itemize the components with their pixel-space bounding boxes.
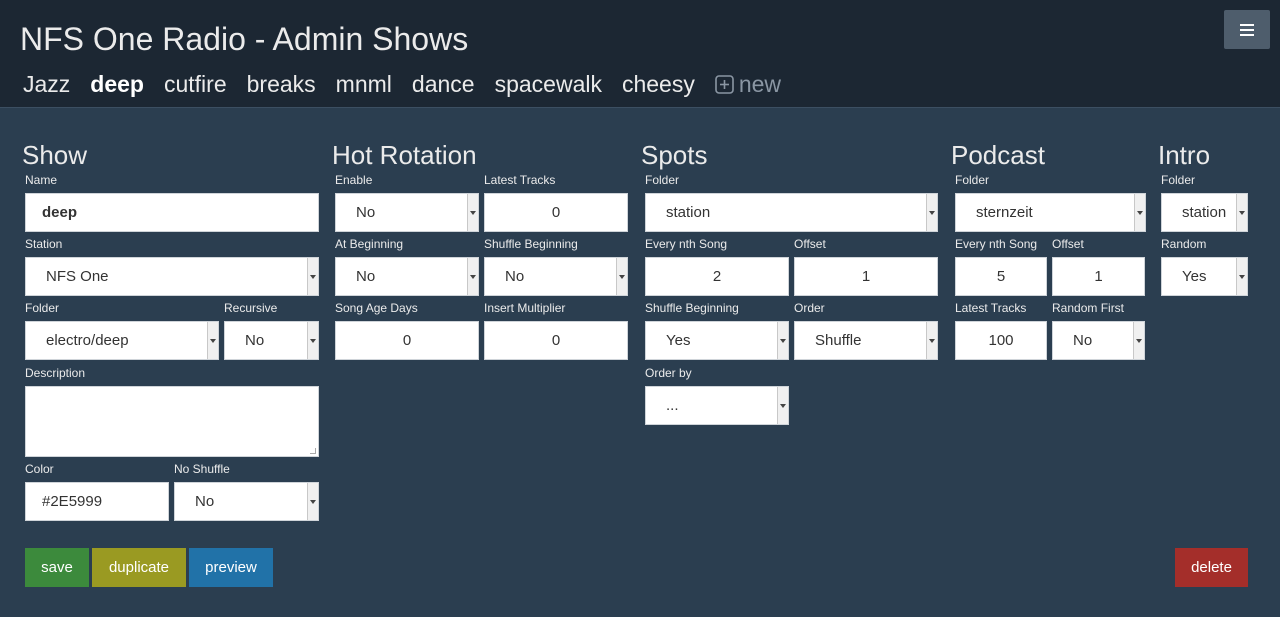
- podcast-every-nth-label: Every nth Song: [955, 237, 1038, 251]
- spots-offset-input[interactable]: 1: [794, 257, 938, 296]
- color-input[interactable]: #2E5999: [25, 482, 169, 521]
- show-name-input[interactable]: deep: [25, 193, 319, 232]
- description-textarea[interactable]: [25, 386, 319, 457]
- station-select[interactable]: NFS One: [25, 257, 319, 296]
- delete-button[interactable]: delete: [1175, 548, 1248, 587]
- tab-cutfire[interactable]: cutfire: [164, 69, 227, 99]
- intro-folder-select[interactable]: station: [1161, 193, 1248, 232]
- chevron-down-icon: [777, 387, 788, 424]
- at-beginning-label: At Beginning: [335, 237, 404, 251]
- chevron-down-icon: [307, 258, 318, 295]
- tab-new-label: new: [738, 71, 782, 97]
- chevron-down-icon: [307, 322, 318, 359]
- tab-spacewalk[interactable]: spacewalk: [495, 69, 602, 99]
- intro-random-label: Random: [1161, 237, 1207, 251]
- recursive-select[interactable]: No: [224, 321, 319, 360]
- spots-order-select[interactable]: Shuffle: [794, 321, 938, 360]
- song-age-label: Song Age Days: [335, 301, 418, 315]
- enable-label: Enable: [335, 173, 373, 187]
- hot-latest-tracks-input[interactable]: 0: [484, 193, 628, 232]
- enable-select[interactable]: No: [335, 193, 479, 232]
- podcast-every-nth-input[interactable]: 5: [955, 257, 1047, 296]
- podcast-heading: Podcast: [951, 140, 1045, 170]
- description-label: Description: [25, 366, 86, 380]
- chevron-down-icon: [1236, 258, 1247, 295]
- chevron-down-icon: [1236, 194, 1247, 231]
- no-shuffle-select[interactable]: No: [174, 482, 319, 521]
- hamburger-icon: [1240, 23, 1254, 36]
- menu-button[interactable]: [1224, 10, 1270, 49]
- random-first-label: Random First: [1052, 301, 1125, 315]
- tab-breaks[interactable]: breaks: [247, 69, 316, 99]
- no-shuffle-label: No Shuffle: [174, 462, 230, 476]
- podcast-offset-input[interactable]: 1: [1052, 257, 1145, 296]
- intro-folder-label: Folder: [1161, 173, 1196, 187]
- chevron-down-icon: [777, 322, 788, 359]
- spots-offset-label: Offset: [794, 237, 826, 251]
- plus-square-icon: [715, 74, 734, 94]
- insert-multiplier-input[interactable]: 0: [484, 321, 628, 360]
- hot-latest-tracks-label: Latest Tracks: [484, 173, 556, 187]
- chevron-down-icon: [1133, 322, 1144, 359]
- tab-deep[interactable]: deep: [90, 69, 144, 99]
- spots-order-label: Order: [794, 301, 825, 315]
- podcast-latest-tracks-label: Latest Tracks: [955, 301, 1027, 315]
- resize-grip-icon: [310, 448, 316, 454]
- podcast-folder-select[interactable]: sternzeit: [955, 193, 1146, 232]
- save-button[interactable]: save: [25, 548, 89, 587]
- random-first-select[interactable]: No: [1052, 321, 1145, 360]
- recursive-label: Recursive: [224, 301, 278, 315]
- show-heading: Show: [22, 140, 88, 170]
- at-beginning-select[interactable]: No: [335, 257, 479, 296]
- spots-folder-select[interactable]: station: [645, 193, 938, 232]
- show-tabs: Jazz deep cutfire breaks mnml dance spac…: [23, 69, 801, 99]
- spots-every-nth-input[interactable]: 2: [645, 257, 789, 296]
- spots-folder-label: Folder: [645, 173, 680, 187]
- chevron-down-icon: [207, 322, 218, 359]
- chevron-down-icon: [926, 194, 937, 231]
- tab-mnml[interactable]: mnml: [336, 69, 392, 99]
- podcast-folder-label: Folder: [955, 173, 990, 187]
- tab-jazz[interactable]: Jazz: [23, 69, 70, 99]
- duplicate-button[interactable]: duplicate: [92, 548, 186, 587]
- hot-shuffle-beginning-label: Shuffle Beginning: [484, 237, 578, 251]
- color-label: Color: [25, 462, 54, 476]
- show-name-label: Name: [25, 173, 58, 187]
- podcast-latest-tracks-input[interactable]: 100: [955, 321, 1047, 360]
- song-age-input[interactable]: 0: [335, 321, 479, 360]
- chevron-down-icon: [616, 258, 627, 295]
- spots-order-by-select[interactable]: ...: [645, 386, 789, 425]
- chevron-down-icon: [467, 194, 478, 231]
- spots-shuffle-beginning-label: Shuffle Beginning: [645, 301, 739, 315]
- hot-shuffle-beginning-select[interactable]: No: [484, 257, 628, 296]
- show-folder-label: Folder: [25, 301, 60, 315]
- spots-every-nth-label: Every nth Song: [645, 237, 728, 251]
- chevron-down-icon: [926, 322, 937, 359]
- chevron-down-icon: [1134, 194, 1145, 231]
- station-label: Station: [25, 237, 63, 251]
- spots-heading: Spots: [641, 140, 708, 170]
- show-folder-select[interactable]: electro/deep: [25, 321, 219, 360]
- hot-rotation-heading: Hot Rotation: [332, 140, 477, 170]
- preview-button[interactable]: preview: [189, 548, 273, 587]
- tab-new[interactable]: new: [715, 69, 781, 99]
- spots-shuffle-beginning-select[interactable]: Yes: [645, 321, 789, 360]
- chevron-down-icon: [467, 258, 478, 295]
- tab-cheesy[interactable]: cheesy: [622, 69, 695, 99]
- chevron-down-icon: [307, 483, 318, 520]
- app-title: NFS One Radio - Admin Shows: [20, 21, 469, 57]
- intro-heading: Intro: [1158, 140, 1211, 170]
- tab-dance[interactable]: dance: [412, 69, 475, 99]
- intro-random-select[interactable]: Yes: [1161, 257, 1248, 296]
- insert-multiplier-label: Insert Multiplier: [484, 301, 566, 315]
- podcast-offset-label: Offset: [1052, 237, 1084, 251]
- spots-order-by-label: Order by: [645, 366, 692, 380]
- top-navbar: NFS One Radio - Admin Shows Jazz deep cu…: [0, 0, 1280, 108]
